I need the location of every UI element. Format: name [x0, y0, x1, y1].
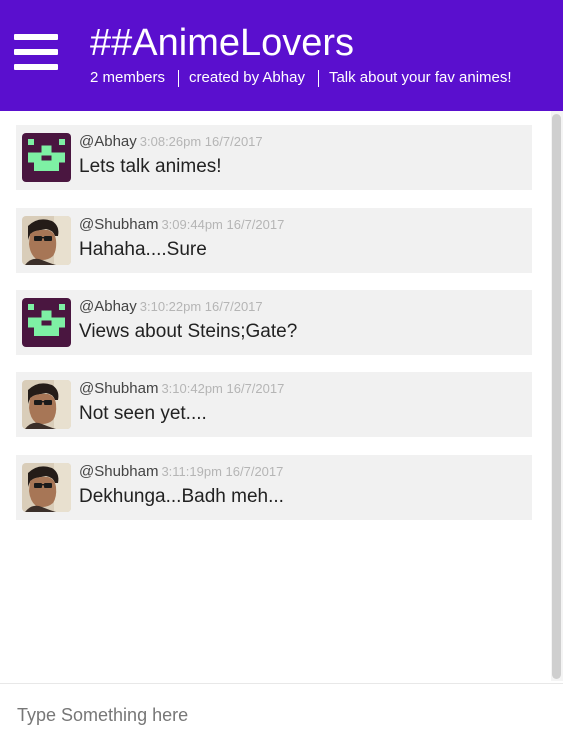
- message-timestamp: 3:11:19pm 16/7/2017: [161, 464, 284, 479]
- menu-bar: [14, 34, 58, 40]
- photo-avatar: [22, 216, 71, 265]
- message-timestamp: 3:09:44pm 16/7/2017: [161, 217, 285, 232]
- message-text: Views about Steins;Gate?: [79, 321, 298, 342]
- chat-app: ##AnimeLovers 2 members created by Abhay…: [0, 0, 563, 748]
- message-text: Dekhunga...Badh meh...: [79, 486, 284, 507]
- message-username[interactable]: @Abhay: [79, 298, 137, 315]
- room-title: ##AnimeLovers: [90, 22, 355, 64]
- menu-bar: [14, 64, 58, 70]
- room-meta: 2 members created by Abhay Talk about yo…: [90, 68, 512, 88]
- message-item: @Shubham 3:09:44pm 16/7/2017 Hahaha....Su…: [16, 208, 532, 273]
- member-count: 2 members: [90, 69, 166, 86]
- message-item: @Shubham 3:11:19pm 16/7/2017 Dekhunga...B…: [16, 455, 532, 520]
- message-item: @Abhay 3:08:26pm 16/7/2017 Lets talk anim…: [16, 125, 532, 190]
- room-description: Talk about your fav animes!: [328, 69, 512, 86]
- message-input[interactable]: [0, 684, 563, 746]
- room-creator: created by Abhay: [189, 69, 305, 86]
- message-text: Hahaha....Sure: [79, 239, 207, 260]
- composer-bar: [0, 683, 563, 748]
- message-timestamp: 3:10:22pm 16/7/2017: [139, 299, 263, 314]
- message-item: @Shubham 3:10:42pm 16/7/2017 Not seen yet…: [16, 372, 532, 437]
- photo-avatar: [22, 380, 71, 429]
- meta-divider: [317, 70, 319, 87]
- message-timestamp: 3:10:42pm 16/7/2017: [161, 381, 285, 396]
- message-meta: @Shubham 3:11:19pm 16/7/2017: [79, 463, 283, 481]
- identicon-avatar: [22, 298, 71, 347]
- message-username[interactable]: @Shubham: [79, 216, 158, 233]
- room-header: ##AnimeLovers 2 members created by Abhay…: [0, 0, 563, 111]
- message-meta: @Shubham 3:10:42pm 16/7/2017: [79, 380, 284, 398]
- message-meta: @Abhay 3:10:22pm 16/7/2017: [79, 298, 263, 316]
- identicon-avatar: [22, 133, 71, 182]
- message-item: @Abhay 3:10:22pm 16/7/2017 Views about St…: [16, 290, 532, 355]
- message-meta: @Abhay 3:08:26pm 16/7/2017: [79, 133, 263, 151]
- message-username[interactable]: @Shubham: [79, 463, 158, 480]
- message-username[interactable]: @Abhay: [79, 133, 137, 150]
- message-timestamp: 3:08:26pm 16/7/2017: [139, 134, 263, 149]
- photo-avatar: [22, 463, 71, 512]
- hamburger-menu-icon[interactable]: [14, 33, 58, 71]
- message-username[interactable]: @Shubham: [79, 380, 158, 397]
- scrollbar-thumb[interactable]: [552, 114, 561, 679]
- message-text: Lets talk animes!: [79, 156, 222, 177]
- meta-divider: [178, 70, 180, 87]
- menu-bar: [14, 49, 58, 55]
- message-text: Not seen yet....: [79, 403, 207, 424]
- message-meta: @Shubham 3:09:44pm 16/7/2017: [79, 216, 284, 234]
- message-list[interactable]: @Abhay 3:08:26pm 16/7/2017 Lets talk anim…: [0, 111, 550, 679]
